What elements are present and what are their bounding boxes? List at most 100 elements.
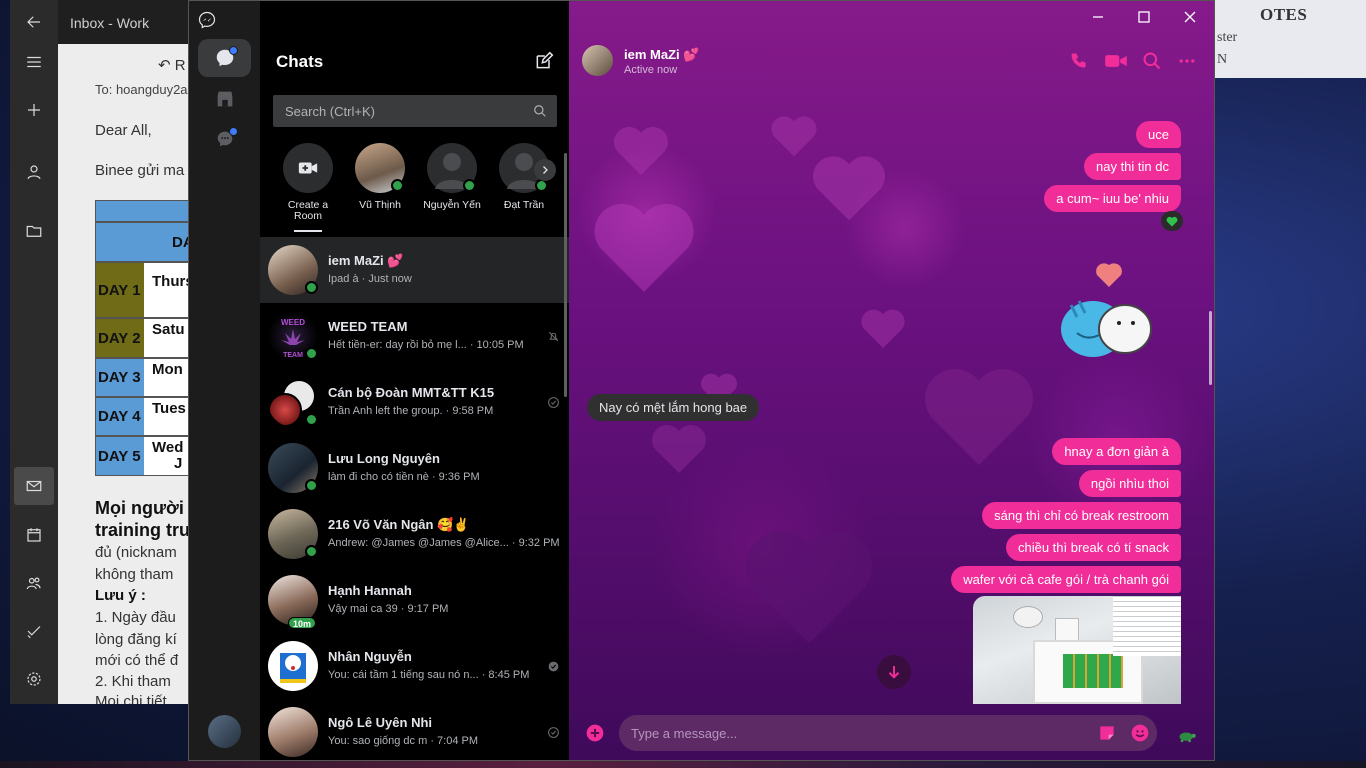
chat-name: Hạnh Hannah (328, 583, 412, 598)
my-profile-avatar[interactable] (208, 715, 241, 748)
unread-dot (229, 46, 238, 55)
day-cell: DAY 4 (96, 398, 144, 435)
hamburger-menu-icon[interactable] (22, 50, 46, 74)
peer-avatar[interactable] (582, 45, 613, 76)
chat-row[interactable]: Nhân Nguyễn You: cái tầm 1 tiếng sau nó … (260, 633, 569, 699)
active-contact[interactable]: Nguyễn Yến (420, 143, 484, 211)
active-ago-badge: 10m (288, 617, 317, 629)
quick-reaction-turtle-icon[interactable] (1177, 725, 1197, 745)
background-heart-icon (813, 156, 885, 221)
chat-preview: Andrew: @James @James @Alice... · 9:32 P… (328, 537, 560, 549)
chat-name: Nhân Nguyễn (328, 649, 412, 664)
mail-body-line: training tru (95, 520, 190, 540)
add-attachment-plus-icon[interactable] (585, 723, 605, 743)
day-value: Mon (152, 361, 183, 378)
mail-body-line: lòng đăng kí (95, 631, 177, 648)
chat-name: iem MaZi 💕 (328, 253, 404, 268)
chat-row[interactable]: 10m Hạnh Hannah Vậy mai ca 39 · 9:17 PM (260, 567, 569, 633)
day-cell: DAY 5 (96, 437, 144, 475)
create-room-circle (283, 143, 333, 193)
conversation-scrollbar[interactable] (1209, 311, 1212, 385)
new-mail-plus-icon[interactable] (22, 98, 46, 122)
back-arrow-icon[interactable] (22, 10, 46, 34)
maximize-window-icon[interactable] (1136, 9, 1152, 25)
chat-preview: Vậy mai ca 39 · 9:17 PM (328, 603, 449, 615)
delivered-check-icon (548, 397, 559, 408)
mail-body-line: Lưu ý : (95, 587, 146, 604)
active-contact[interactable]: Vũ Thịnh (348, 143, 412, 211)
mail-body-line: Mọi chi tiết (95, 693, 167, 704)
contact-avatar (355, 143, 405, 193)
nav-requests-button[interactable] (198, 120, 251, 158)
video-call-camera-icon[interactable] (1104, 51, 1128, 71)
voice-call-phone-icon[interactable] (1069, 51, 1089, 71)
hug-sticker[interactable] (1059, 257, 1159, 362)
chat-preview: Hết tiền-er: day rồi bỏ mẹ l... · 10:05 … (328, 339, 524, 351)
new-message-compose-icon[interactable] (534, 51, 554, 71)
chat-name: 216 Võ Văn Ngân 🥰✌️ (328, 517, 470, 532)
chat-list-scrollbar[interactable] (564, 153, 567, 397)
reaction-heart[interactable] (1161, 211, 1183, 231)
outgoing-message[interactable]: nay thi tin dc (1084, 153, 1181, 180)
story-label: Nguyễn Yến (423, 199, 481, 211)
sticker-icon[interactable] (1097, 723, 1117, 743)
chat-row[interactable]: WEED TEAM WEED TEAM Hết tiền-er: day rồi … (260, 303, 569, 369)
chat-preview: làm đi cho có tiền nè · 9:36 PM (328, 471, 480, 483)
mail-body-line: không tham (95, 566, 174, 583)
chat-row[interactable]: Cán bộ Đoàn MMT&TT K15 Trần Anh left the… (260, 369, 569, 435)
reply-button[interactable]: ↶ R (158, 56, 186, 74)
todo-check-icon[interactable] (22, 619, 46, 643)
more-options-ellipsis-icon[interactable] (1177, 51, 1197, 71)
background-heart-icon (925, 369, 1033, 465)
search-conversation-icon[interactable] (1142, 51, 1162, 71)
outgoing-message[interactable]: sáng thì chỉ có break restroom (982, 502, 1181, 529)
nav-marketplace-button[interactable] (198, 80, 251, 118)
chat-row[interactable]: 216 Võ Văn Ngân 🥰✌️ Andrew: @James @Jame… (260, 501, 569, 567)
calendar-icon[interactable] (22, 523, 46, 547)
scroll-to-bottom-button[interactable] (877, 655, 911, 689)
emoji-smile-icon[interactable] (1130, 723, 1150, 743)
svg-text:WEED: WEED (281, 318, 305, 327)
search-icon[interactable] (533, 104, 547, 118)
mail-greeting: Dear All, (95, 122, 152, 139)
messenger-nav-rail (189, 1, 260, 760)
online-dot (305, 479, 318, 492)
arrow-down-icon (888, 666, 900, 679)
settings-gear-icon[interactable] (22, 667, 46, 691)
stories-next-button[interactable] (534, 159, 556, 181)
chat-row[interactable]: Lưu Long Nguyên làm đi cho có tiền nè · … (260, 435, 569, 501)
folder-icon[interactable] (22, 219, 46, 243)
create-room-underline (294, 230, 322, 232)
shared-photo[interactable] (973, 596, 1181, 704)
conversation-panel: iem MaZi 💕 Active now uce nay thi tin dc… (569, 1, 1214, 760)
search-box[interactable] (273, 95, 557, 127)
search-input[interactable] (273, 95, 523, 127)
outgoing-message[interactable]: wafer với cả cafe gói / trà chanh gói (951, 566, 1181, 593)
outgoing-message[interactable]: chiều thì break có tí snack (1005, 534, 1181, 561)
people-icon[interactable] (22, 571, 46, 595)
chat-list-panel: Chats Create a Room Vũ Thịnh (260, 1, 569, 760)
create-room-button[interactable]: Create a Room (276, 143, 340, 222)
background-heart-icon (614, 127, 668, 175)
chat-row[interactable]: Ngô Lê Uyên Nhi You: sao giống dc m · 7:… (260, 699, 569, 760)
doc-line: N (1217, 52, 1228, 67)
outgoing-message[interactable]: uce (1136, 121, 1181, 148)
mail-intro: Binee gửi ma (95, 162, 185, 179)
outgoing-message[interactable]: a cum~ iuu be' nhiu (1044, 185, 1181, 212)
peer-name[interactable]: iem MaZi 💕 (624, 47, 699, 63)
incoming-message[interactable]: Nay có mệt lắm hong bae (587, 394, 760, 421)
conversation-header: iem MaZi 💕 Active now (569, 31, 1214, 89)
chat-row[interactable]: iem MaZi 💕 Ipad à · Just now (260, 237, 569, 303)
story-label: Đạt Trần (503, 199, 545, 211)
mail-envelope-icon[interactable] (14, 467, 54, 505)
account-person-icon[interactable] (22, 160, 46, 184)
day-cell: DAY 2 (96, 319, 144, 357)
nav-chats-button[interactable] (198, 39, 251, 77)
outgoing-message[interactable]: ngồi nhìu thoi (1078, 470, 1181, 497)
mail-to-line: To: hoangduy2a (95, 82, 188, 97)
outgoing-message[interactable]: hnay a đơn giản à (1052, 438, 1181, 465)
chat-preview: Ipad à · Just now (328, 273, 412, 285)
minimize-window-icon[interactable] (1090, 9, 1106, 25)
close-window-icon[interactable] (1182, 9, 1198, 25)
message-input[interactable] (619, 715, 1157, 751)
